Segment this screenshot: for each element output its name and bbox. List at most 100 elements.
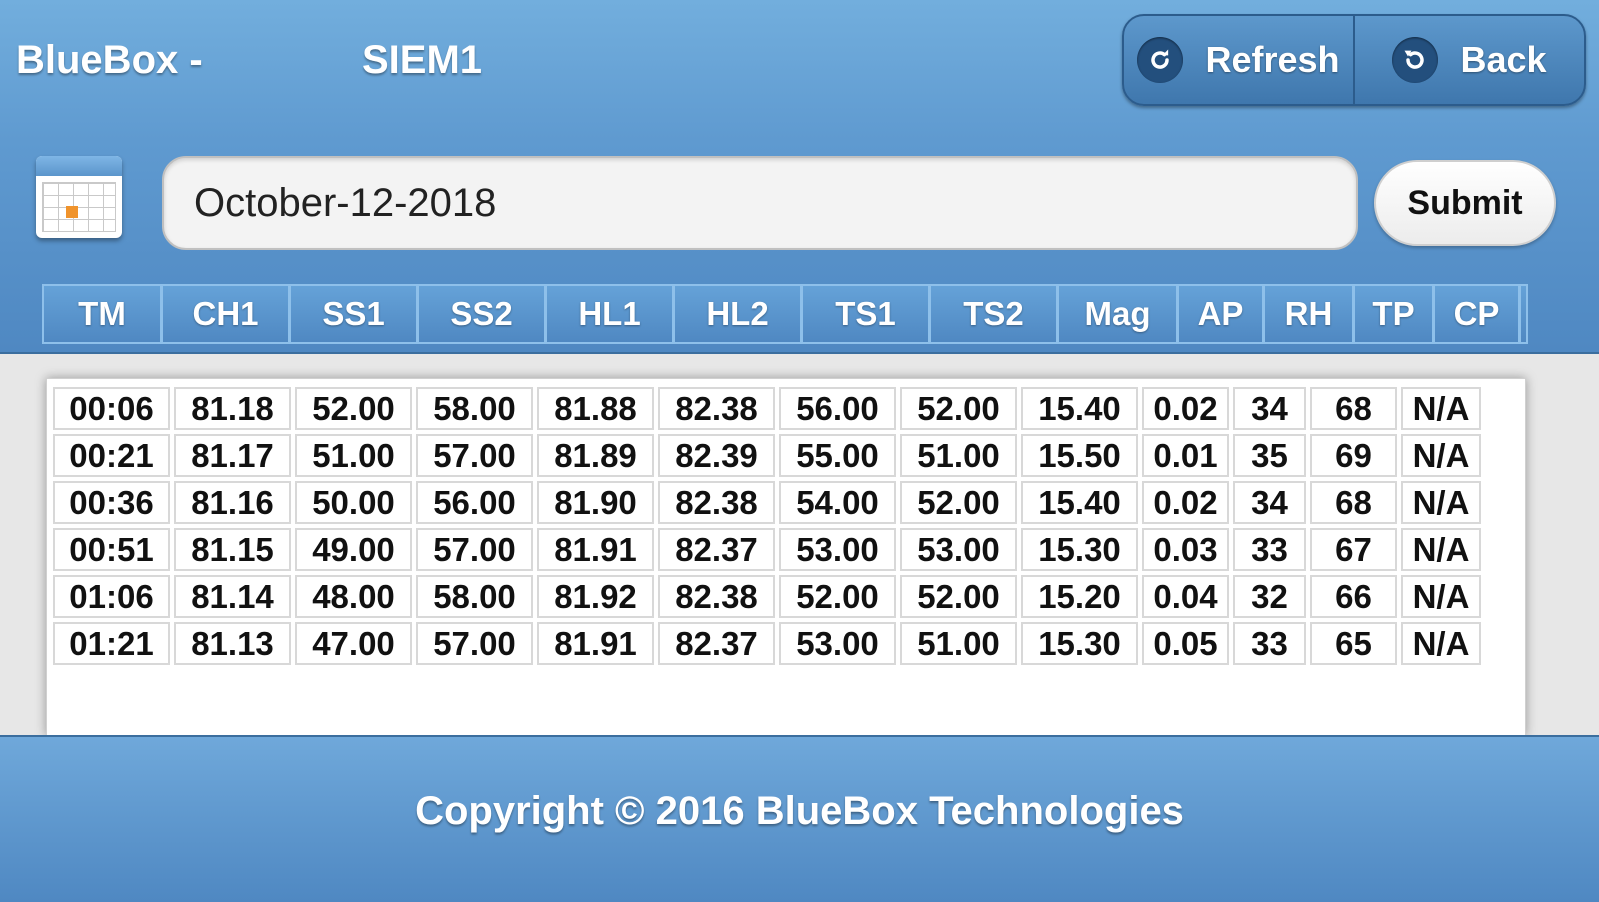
table-cell: 0.04 [1142, 575, 1229, 618]
table-cell: N/A [1401, 481, 1481, 524]
back-icon [1392, 37, 1439, 83]
table-cell: 53.00 [779, 528, 896, 571]
table-cell: 01:21 [53, 622, 170, 665]
table-cell: 81.13 [174, 622, 291, 665]
table-cell: 15.50 [1021, 434, 1138, 477]
table-cell: 67 [1310, 528, 1397, 571]
table-cell: 00:51 [53, 528, 170, 571]
table-cell: 00:36 [53, 481, 170, 524]
submit-button[interactable]: Submit [1374, 160, 1556, 246]
table-cell: 52.00 [900, 387, 1017, 430]
table-cell: 82.38 [658, 481, 775, 524]
table-cell: 81.15 [174, 528, 291, 571]
table-cell: 15.30 [1021, 622, 1138, 665]
table-cell: 52.00 [295, 387, 412, 430]
table-cell: N/A [1401, 622, 1481, 665]
table-cell: 81.17 [174, 434, 291, 477]
table-cell: 0.03 [1142, 528, 1229, 571]
refresh-button[interactable]: Refresh [1124, 16, 1353, 104]
table-cell: 00:06 [53, 387, 170, 430]
column-header-hl1: HL1 [547, 286, 675, 342]
table-cell: 69 [1310, 434, 1397, 477]
table-cell: 81.16 [174, 481, 291, 524]
data-table: 00:06 81.18 52.00 58.00 81.88 82.38 56.00 52.00… [49, 383, 1485, 669]
table-cell: 56.00 [779, 387, 896, 430]
table-cell: 52.00 [900, 481, 1017, 524]
table-cell: 81.89 [537, 434, 654, 477]
table-cell: 82.38 [658, 387, 775, 430]
back-button[interactable]: Back [1353, 16, 1584, 104]
table-cell: 15.40 [1021, 387, 1138, 430]
table-cell: 53.00 [779, 622, 896, 665]
table-cell: 52.00 [779, 575, 896, 618]
table-cell: 57.00 [416, 434, 533, 477]
table-cell: 81.14 [174, 575, 291, 618]
table-cell: 68 [1310, 387, 1397, 430]
table-cell: 51.00 [900, 434, 1017, 477]
table-cell: N/A [1401, 434, 1481, 477]
table-cell: 49.00 [295, 528, 412, 571]
table-cell: 0.05 [1142, 622, 1229, 665]
table-cell: 34 [1233, 481, 1306, 524]
table-cell: 53.00 [900, 528, 1017, 571]
table-cell: 65 [1310, 622, 1397, 665]
table-cell: 01:06 [53, 575, 170, 618]
table-cell: 82.38 [658, 575, 775, 618]
table-cell: 57.00 [416, 622, 533, 665]
table-cell: 66 [1310, 575, 1397, 618]
column-header-ss2: SS2 [419, 286, 547, 342]
table-cell: 82.37 [658, 528, 775, 571]
table-cell: 15.20 [1021, 575, 1138, 618]
table-cell: 56.00 [416, 481, 533, 524]
table-cell: 51.00 [900, 622, 1017, 665]
column-header-cp: CP [1435, 286, 1521, 342]
table-cell: 58.00 [416, 575, 533, 618]
date-input[interactable] [162, 156, 1358, 250]
table-cell: 0.02 [1142, 481, 1229, 524]
column-header-hl2: HL2 [675, 286, 803, 342]
header-button-group: Refresh Back [1122, 14, 1586, 106]
table-cell: 33 [1233, 622, 1306, 665]
table-cell: 81.91 [537, 622, 654, 665]
table-cell: N/A [1401, 575, 1481, 618]
table-row: 00:21 81.17 51.00 57.00 81.89 82.39 55.00 51.00… [53, 434, 1481, 477]
column-header-mag: Mag [1059, 286, 1179, 342]
table-row: 01:21 81.13 47.00 57.00 81.91 82.37 53.00 51.00… [53, 622, 1481, 665]
table-row: 00:51 81.15 49.00 57.00 81.91 82.37 53.00 53.00… [53, 528, 1481, 571]
table-cell: 33 [1233, 528, 1306, 571]
column-header-ch1: CH1 [163, 286, 291, 342]
table-cell: 51.00 [295, 434, 412, 477]
refresh-label: Refresh [1205, 39, 1340, 80]
column-header-ts1: TS1 [803, 286, 931, 342]
table-cell: 81.90 [537, 481, 654, 524]
column-header-bar: TM CH1 SS1 SS2 HL1 HL2 TS1 TS2 Mag AP RH TP CP [42, 284, 1528, 344]
data-table-container[interactable]: 00:06 81.18 52.00 58.00 81.88 82.38 56.00 52.00… [46, 378, 1526, 736]
table-cell: 15.40 [1021, 481, 1138, 524]
column-header-ss1: SS1 [291, 286, 419, 342]
table-cell: N/A [1401, 387, 1481, 430]
table-cell: 0.02 [1142, 387, 1229, 430]
table-cell: 81.18 [174, 387, 291, 430]
table-cell: 00:21 [53, 434, 170, 477]
app-title: BlueBox - [16, 38, 203, 82]
table-cell: 35 [1233, 434, 1306, 477]
table-cell: 57.00 [416, 528, 533, 571]
table-cell: 32 [1233, 575, 1306, 618]
table-cell: 52.00 [900, 575, 1017, 618]
device-name: SIEM1 [362, 38, 483, 82]
table-cell: 50.00 [295, 481, 412, 524]
table-cell: 82.39 [658, 434, 775, 477]
table-cell: 54.00 [779, 481, 896, 524]
table-cell: 82.37 [658, 622, 775, 665]
table-cell: 47.00 [295, 622, 412, 665]
column-header-tp: TP [1355, 286, 1435, 342]
calendar-icon[interactable] [36, 156, 122, 238]
column-header-rh: RH [1265, 286, 1355, 342]
table-row: 00:06 81.18 52.00 58.00 81.88 82.38 56.00 52.00… [53, 387, 1481, 430]
table-cell: 81.91 [537, 528, 654, 571]
column-header-ap: AP [1179, 286, 1265, 342]
table-cell: N/A [1401, 528, 1481, 571]
table-cell: 55.00 [779, 434, 896, 477]
table-cell: 15.30 [1021, 528, 1138, 571]
table-cell: 81.88 [537, 387, 654, 430]
